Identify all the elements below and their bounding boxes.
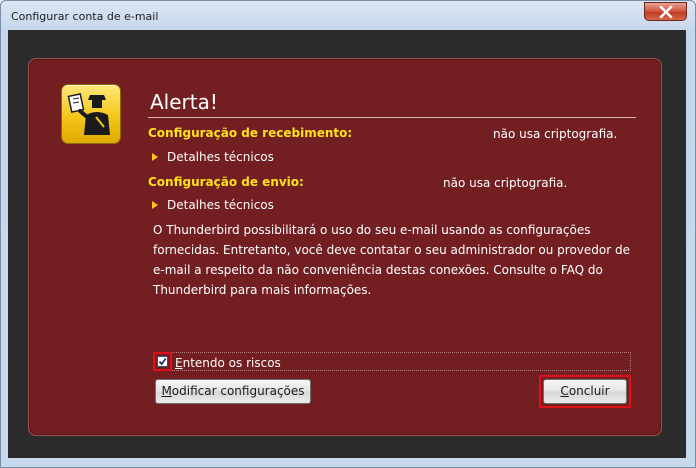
incoming-technical-details-label: Detalhes técnicos — [167, 150, 274, 164]
understand-risks-checkbox[interactable] — [157, 356, 168, 367]
window-title: Configurar conta de e-mail — [11, 10, 159, 23]
security-officer-icon — [61, 84, 121, 144]
triangle-right-icon — [152, 153, 158, 161]
modify-settings-button[interactable]: Modificar configurações — [155, 379, 311, 404]
understand-risks-text: ntendo os riscos — [182, 356, 281, 370]
incoming-config-label: Configuração de recebimento: — [148, 126, 353, 140]
triangle-right-icon — [152, 201, 158, 209]
incoming-technical-details-toggle[interactable]: Detalhes técnicos — [152, 150, 274, 164]
checkmark-icon — [158, 357, 167, 366]
done-button[interactable]: Concluir — [543, 379, 627, 404]
incoming-config-value: não usa criptografia. — [493, 127, 618, 141]
modify-settings-access-key: M — [161, 384, 172, 398]
outgoing-technical-details-toggle[interactable]: Detalhes técnicos — [152, 198, 274, 212]
close-icon — [659, 6, 673, 18]
modify-settings-label: odificar configurações — [171, 384, 305, 398]
close-button[interactable] — [644, 2, 687, 21]
alert-heading: Alerta! — [150, 90, 218, 114]
understand-risks-access-key: E — [175, 356, 183, 370]
title-bar[interactable]: Configurar conta de e-mail — [1, 1, 695, 31]
understand-risks-label: Entendo os riscos — [175, 356, 281, 370]
outgoing-config-value: não usa criptografia. — [443, 176, 568, 190]
alert-description: O Thunderbird possibilitará o uso do seu… — [153, 223, 630, 297]
heading-divider — [148, 117, 636, 118]
outgoing-technical-details-label: Detalhes técnicos — [167, 198, 274, 212]
done-label: oncluir — [568, 384, 610, 398]
done-access-key: C — [560, 384, 569, 398]
window-bottom-frame — [8, 458, 686, 466]
outgoing-config-label: Configuração de envio: — [148, 175, 304, 189]
